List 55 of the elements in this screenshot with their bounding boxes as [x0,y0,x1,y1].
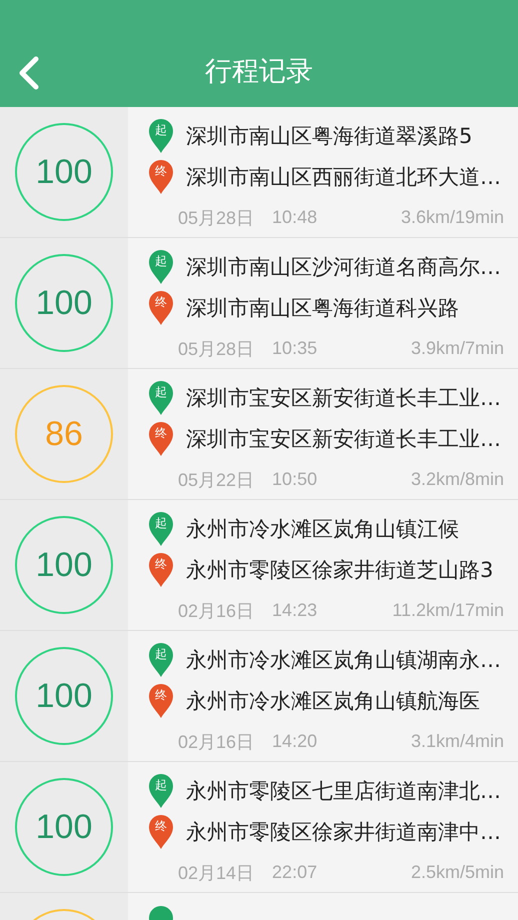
trip-distance: 3.6km/19min [400,207,504,228]
end-address: 深圳市南山区西丽街道北环大道… [186,164,501,192]
score-ring: 100 [15,778,113,876]
score-ring: 100 [15,254,113,352]
end-marker: 终 [148,552,174,588]
end-marker: 终 [148,814,174,850]
trip-distance: 3.9km/7min [410,338,504,360]
trip-distance: 2.5km/5min [410,862,504,884]
trip-row[interactable]: 100 起 深圳市南山区粤海街道翠溪路5 终 深圳市南山区西丽街道北环大道… 05月28日 10:48 3.6km/19min [0,107,518,238]
trip-time: 14:23 [272,600,318,622]
trip-time: 22:07 [272,862,318,884]
start-address: 永州市零陵区七里店街道南津北… [186,778,501,805]
trip-row[interactable]: 86 起 深圳市宝安区新安街道长丰工业… 终 深圳市宝安区新安街道长丰工业… 05月22日 10:50 3.2km/8min [0,369,518,500]
trip-row[interactable]: 100 起 永州市冷水滩区岚角山镇湖南永… 终 永州市冷水滩区岚角山镇航海医 02月16日 14:20 3.1km/4min [0,631,518,762]
end-address: 永州市零陵区徐家井街道南津中… [186,819,501,846]
trip-time: 14:20 [272,731,318,752]
start-address: 深圳市南山区沙河街道名商高尔… [186,254,501,281]
end-address: 深圳市南山区粤海街道科兴路 [186,295,459,322]
start-address: 永州市冷水滩区岚角山镇江候 [186,516,459,543]
score-ring: 86 [15,385,113,483]
trip-row[interactable]: 100 起 深圳市南山区沙河街道名商高尔… 终 深圳市南山区粤海街道科兴路 05月28日 10:35 3.9km/7min [0,238,518,369]
end-marker: 终 [148,421,174,458]
trip-date: 02月16日 [178,600,254,623]
trip-distance: 3.1km/4min [410,731,504,752]
page-title: 行程记录 [205,55,313,88]
start-marker: 起 [148,772,174,809]
start-address: 永州市冷水滩区岚角山镇湖南永… [186,646,501,674]
end-address: 永州市冷水滩区岚角山镇航海医 [186,688,480,716]
trip-distance: 3.2km/8min [410,469,504,490]
trip-date: 05月22日 [178,468,254,492]
trip-date: 02月16日 [178,730,254,754]
end-marker: 终 [148,159,174,196]
trip-date: 05月28日 [178,206,254,230]
end-marker: 终 [148,290,174,326]
end-address: 永州市零陵区徐家井街道芝山路3 [186,557,494,584]
trip-row[interactable]: 100 起 永州市冷水滩区岚角山镇江候 终 永州市零陵区徐家井街道芝山路3 02月16日 14:23 11.2km/17min [0,500,518,631]
start-marker: 起 [148,248,174,285]
start-address: 深圳市南山区粤海街道翠溪路5 [186,122,472,150]
end-address: 深圳市宝安区新安街道长丰工业… [186,426,501,454]
trip-date: 05月28日 [178,338,254,361]
score-ring: 100 [15,516,113,614]
score-ring: 100 [15,647,113,745]
trip-time: 10:35 [272,338,318,360]
start-address: 深圳市宝安区新安街道长丰工业… [186,384,501,412]
start-marker: 起 [148,510,174,547]
start-marker: 起 [148,642,174,678]
start-marker: 起 [148,380,174,416]
end-marker: 终 [148,683,174,720]
score-ring: 100 [15,123,113,221]
start-marker: 起 [148,118,174,154]
trip-time: 10:48 [272,207,318,228]
trip-distance: 11.2km/17min [392,600,504,622]
trip-date: 02月14日 [178,862,254,885]
trip-row[interactable]: 100 起 永州市零陵区七里店街道南津北… 终 永州市零陵区徐家井街道南津中… 02月14日 22:07 2.5km/5min [0,762,518,893]
trip-time: 10:50 [272,469,318,490]
